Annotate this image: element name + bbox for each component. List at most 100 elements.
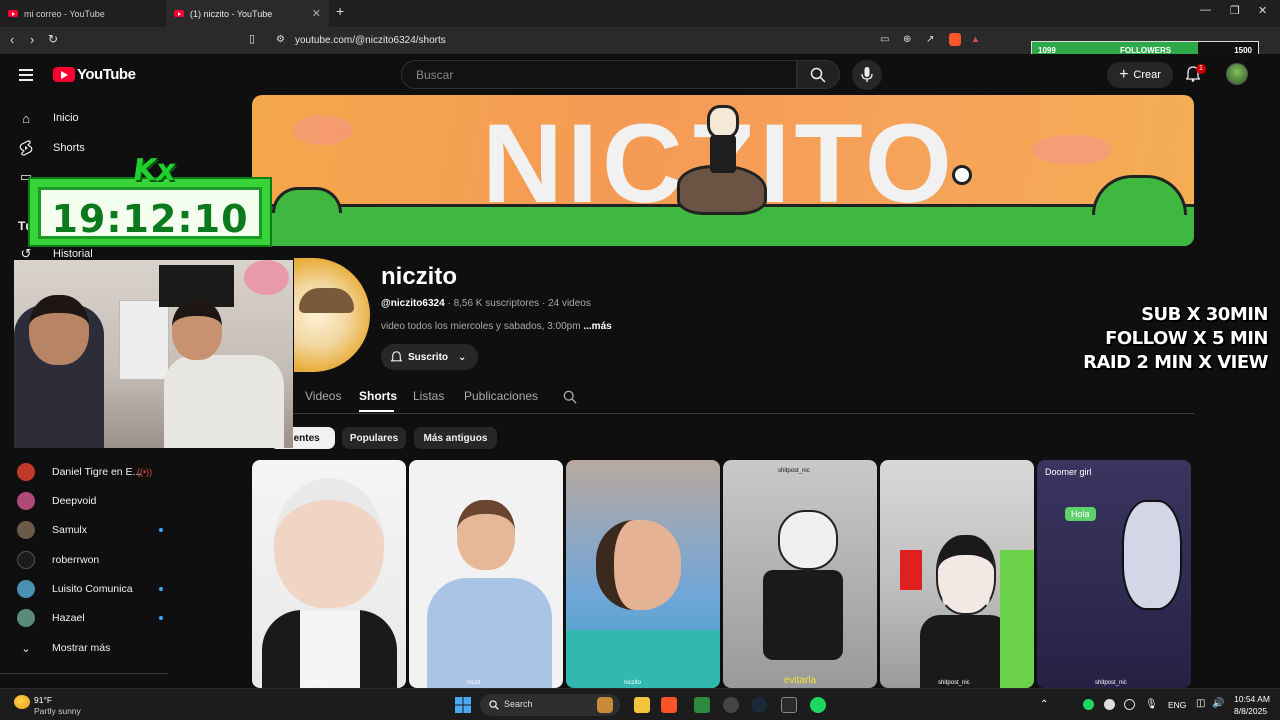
- avatar-hair: [299, 288, 354, 313]
- rewards-icon[interactable]: ▲: [971, 34, 980, 44]
- create-button[interactable]: + Crear: [1107, 62, 1173, 88]
- subscription-name: Samulx: [52, 524, 88, 536]
- short-thumbnail[interactable]: niczit: [252, 460, 406, 688]
- description-text: video todos los miercoles y sabados, 3:0…: [381, 321, 581, 332]
- minimize-icon[interactable]: —: [1200, 4, 1211, 16]
- live-icon: ((•)): [137, 467, 153, 477]
- chip-mas-antiguos[interactable]: Más antiguos: [414, 427, 497, 449]
- short-thumbnail[interactable]: niczito: [566, 460, 720, 688]
- short-thumbnail[interactable]: Doomer girl Hola shitpost_nic: [1037, 460, 1191, 688]
- browser-tab-active[interactable]: (1) niczito - YouTube ✕: [166, 0, 329, 27]
- channel-profile-picture[interactable]: [294, 258, 370, 372]
- url-field[interactable]: youtube.com/@niczito6324/shorts: [295, 35, 446, 46]
- minecraft-icon[interactable]: [694, 697, 710, 713]
- new-content-dot: [159, 616, 163, 620]
- youtube-favicon-icon: [8, 10, 18, 17]
- short-thumbnail[interactable]: niczit: [409, 460, 563, 688]
- short-thumbnail[interactable]: shitpost_nic evitarla: [723, 460, 877, 688]
- banner-bush: [1092, 175, 1187, 215]
- search-input[interactable]: Buscar: [401, 60, 797, 89]
- account-avatar[interactable]: [1226, 63, 1248, 85]
- forward-icon[interactable]: ›: [30, 32, 34, 47]
- tab-videos[interactable]: Videos: [305, 389, 341, 403]
- channel-avatar: [17, 551, 35, 569]
- sidebar-item-label: Shorts: [53, 142, 85, 154]
- sidebar-divider: [0, 673, 168, 674]
- microphone-icon[interactable]: 🎙: [1145, 699, 1158, 710]
- youtube-logo-icon[interactable]: [53, 67, 75, 82]
- chevron-up-icon[interactable]: ⌃: [1040, 699, 1048, 710]
- channel-description[interactable]: video todos los miercoles y sabados, 3:0…: [381, 321, 612, 332]
- maximize-icon[interactable]: ❐: [1230, 4, 1240, 17]
- brave-browser-icon[interactable]: [661, 697, 677, 713]
- clock-time[interactable]: 10:54 AM: [1234, 694, 1270, 704]
- back-icon[interactable]: ‹: [10, 32, 14, 47]
- subscription-item[interactable]: Luisito Comunica: [17, 578, 163, 600]
- thumbnail-shirt: [300, 610, 360, 688]
- sidebar-item-inicio[interactable]: ⌂ Inicio: [18, 107, 79, 129]
- short-text: Doomer girl: [1045, 467, 1092, 477]
- menu-icon[interactable]: [19, 66, 33, 84]
- new-tab-icon[interactable]: +: [336, 3, 344, 19]
- weather-icon[interactable]: [14, 695, 30, 709]
- volume-icon[interactable]: 🔊: [1212, 698, 1224, 709]
- sidebar-item-shorts[interactable]: Shorts: [18, 137, 85, 159]
- short-thumbnail[interactable]: shitpost_nic: [880, 460, 1034, 688]
- short-caption: evitarla: [783, 675, 817, 686]
- obs-tray-icon[interactable]: [1124, 699, 1135, 710]
- chat-bubble: Hola: [1065, 507, 1096, 521]
- thumbnail-character: [900, 550, 922, 590]
- windows-start-icon[interactable]: [455, 697, 471, 713]
- subscription-item[interactable]: Daniel Tigre en E... ((•)): [17, 461, 152, 483]
- tab-publicaciones[interactable]: Publicaciones: [464, 389, 538, 403]
- subscription-item[interactable]: Samulx: [17, 519, 163, 541]
- webcam-plush: [244, 260, 289, 295]
- close-tab-icon[interactable]: ✕: [312, 7, 321, 20]
- language-indicator[interactable]: ENG: [1168, 700, 1186, 710]
- overlay-rule-line: FOLLOW X 5 MIN: [1105, 328, 1268, 349]
- channel-search-icon[interactable]: [563, 390, 577, 404]
- show-more-button[interactable]: ⌄ Mostrar más: [17, 637, 110, 659]
- steam-icon[interactable]: [751, 697, 767, 713]
- browser-tab-bar: mi correo - YouTube (1) niczito - YouTub…: [0, 0, 1280, 27]
- bookmark-icon[interactable]: ▯: [249, 32, 255, 45]
- search-icon: [489, 700, 499, 710]
- channel-banner: NICZITO: [252, 95, 1194, 246]
- youtube-logo-text[interactable]: YouTube: [77, 66, 136, 83]
- thumbnail-face: [274, 478, 384, 608]
- close-window-icon[interactable]: ✕: [1258, 4, 1267, 17]
- tab-shorts[interactable]: Shorts: [359, 389, 397, 403]
- clock-date[interactable]: 8/8/2025: [1234, 706, 1267, 716]
- subscription-item[interactable]: roberrwon: [17, 549, 99, 571]
- youtube-favicon-icon: [174, 10, 184, 17]
- chip-populares[interactable]: Populares: [342, 427, 406, 449]
- obs-icon[interactable]: [723, 697, 739, 713]
- taskbar-search[interactable]: Search: [480, 694, 620, 716]
- zoom-icon[interactable]: ⊕: [903, 34, 911, 45]
- weather-description: Partly sunny: [34, 706, 81, 716]
- search-button[interactable]: [796, 60, 840, 89]
- description-more-link[interactable]: ...más: [583, 321, 611, 332]
- share-icon[interactable]: ↗: [926, 34, 934, 45]
- microphone-icon: [861, 67, 873, 82]
- tray-app-icon[interactable]: [1104, 699, 1115, 710]
- spotify-tray-icon[interactable]: [1083, 699, 1094, 710]
- tab-listas[interactable]: Listas: [413, 389, 444, 403]
- brave-shield-icon[interactable]: [949, 33, 961, 46]
- plus-icon: +: [1119, 66, 1129, 83]
- epic-games-icon[interactable]: [781, 697, 797, 713]
- subscribed-button[interactable]: Suscrito ⌄: [381, 344, 478, 370]
- subscription-item[interactable]: Hazael: [17, 607, 163, 629]
- webcam-face: [29, 295, 89, 365]
- voice-search-button[interactable]: [852, 60, 882, 90]
- new-content-dot: [159, 587, 163, 591]
- subscription-item[interactable]: Deepvoid: [17, 490, 96, 512]
- browser-tab[interactable]: mi correo - YouTube: [0, 0, 165, 27]
- wifi-icon[interactable]: ◫: [1196, 698, 1205, 709]
- site-settings-icon[interactable]: ⚙: [276, 34, 285, 45]
- reload-icon[interactable]: ↻: [48, 32, 58, 46]
- spotify-icon[interactable]: [810, 697, 826, 713]
- file-explorer-icon[interactable]: [634, 697, 650, 713]
- cast-icon[interactable]: ▭: [880, 34, 889, 45]
- banner-pattern: [292, 115, 352, 145]
